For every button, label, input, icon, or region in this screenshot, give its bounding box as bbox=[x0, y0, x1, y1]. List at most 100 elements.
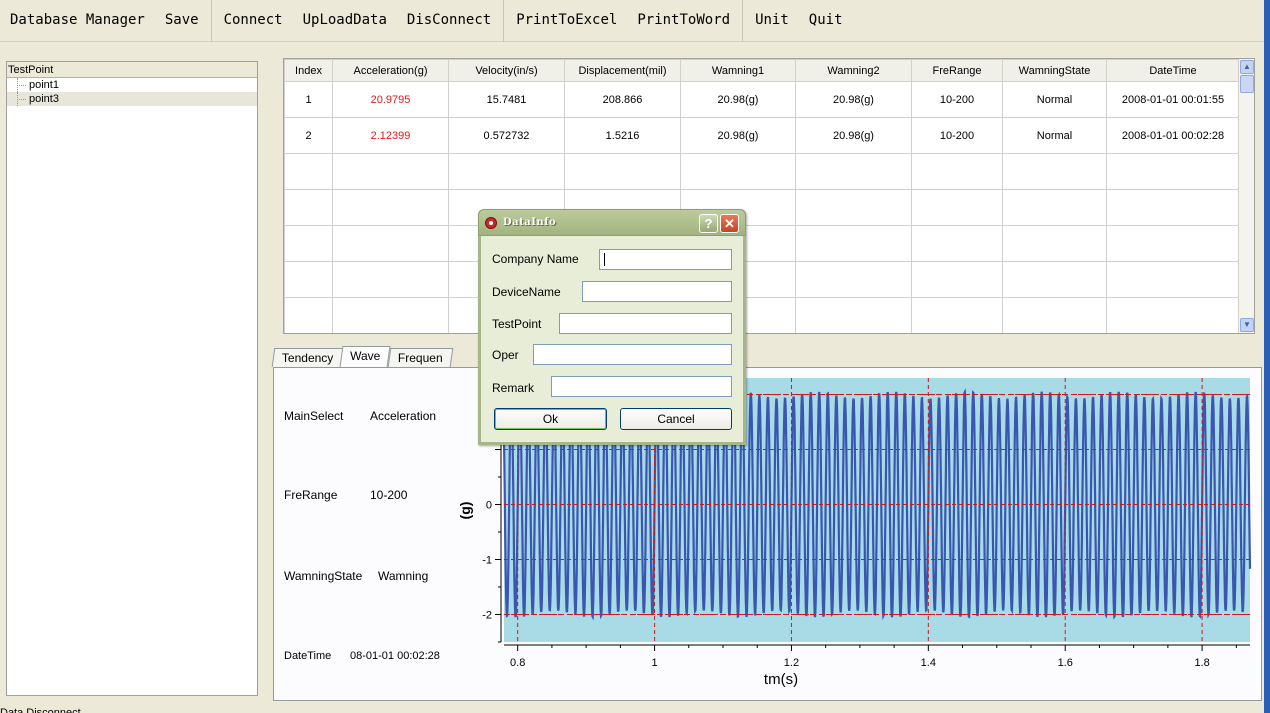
oper-label: Oper bbox=[492, 348, 519, 362]
table-row-empty[interactable] bbox=[284, 225, 1240, 262]
table-cell bbox=[284, 153, 333, 190]
table-cell bbox=[795, 153, 912, 190]
testpoint-field[interactable] bbox=[559, 313, 732, 334]
app-window: Database Manager Save Connect UpLoadData… bbox=[0, 0, 1270, 713]
table-cell: 20.98(g) bbox=[795, 81, 912, 118]
table-cell bbox=[680, 153, 796, 190]
table-row-empty[interactable] bbox=[284, 153, 1240, 190]
tab-frequency[interactable]: Frequen bbox=[387, 348, 453, 367]
y-tick-label: -2 bbox=[482, 610, 492, 622]
table-cell bbox=[284, 189, 333, 226]
scroll-thumb[interactable] bbox=[1240, 75, 1254, 93]
column-header[interactable]: Wamning1 bbox=[680, 59, 796, 82]
y-axis-label: (g) bbox=[457, 502, 473, 520]
tree-node-point1[interactable]: point1 bbox=[7, 78, 257, 92]
table-cell bbox=[795, 189, 912, 226]
column-header[interactable]: DateTime bbox=[1106, 59, 1240, 82]
y-tick-label: 0 bbox=[486, 500, 492, 512]
menu-database-manager[interactable]: Database Manager bbox=[0, 0, 155, 42]
tab-label: Frequen bbox=[397, 351, 443, 365]
datainfo-dialog: DataInfo ? ✕ Company Name DeviceName Tes… bbox=[478, 209, 746, 445]
tab-label: Wave bbox=[350, 349, 381, 363]
table-cell: 208.866 bbox=[564, 81, 681, 118]
status-bar: Data Disconnect bbox=[0, 707, 81, 713]
table-cell: 20.98(g) bbox=[680, 117, 796, 154]
column-header[interactable]: Displacement(mil) bbox=[564, 59, 681, 82]
table-cell: 2 bbox=[284, 117, 333, 154]
x-tick-label: 1 bbox=[652, 657, 658, 669]
table-cell: 2008-01-01 00:01:55 bbox=[1106, 81, 1240, 118]
menu-separator bbox=[742, 0, 744, 42]
menu-quit[interactable]: Quit bbox=[799, 0, 853, 42]
x-tick-label: 1.2 bbox=[784, 657, 799, 669]
help-icon[interactable]: ? bbox=[699, 214, 718, 233]
table-row-empty[interactable] bbox=[284, 189, 1240, 226]
table-row[interactable]: 2 2.12399 0.572732 1.5216 20.98(g) 20.98… bbox=[284, 117, 1240, 154]
oper-field[interactable] bbox=[533, 344, 732, 365]
column-header[interactable]: Wamning2 bbox=[795, 59, 912, 82]
menu-separator bbox=[503, 0, 505, 42]
data-grid: Index Acceleration(g) Velocity(in/s) Dis… bbox=[283, 58, 1255, 334]
table-cell bbox=[1002, 189, 1107, 226]
remark-field[interactable] bbox=[551, 376, 732, 397]
table-cell bbox=[911, 297, 1003, 333]
wave-panel: MainSelect Acceleration FreRange 10-200 … bbox=[273, 367, 1262, 701]
menu-disconnect[interactable]: DisConnect bbox=[397, 0, 501, 42]
cancel-button[interactable]: Cancel bbox=[620, 408, 732, 430]
company-name-field[interactable] bbox=[599, 249, 732, 270]
table-cell bbox=[1106, 225, 1240, 262]
menu-unit[interactable]: Unit bbox=[745, 0, 799, 42]
tab-wave[interactable]: Wave bbox=[339, 346, 392, 367]
testpoint-label: TestPoint bbox=[492, 317, 542, 331]
table-cell: 15.7481 bbox=[448, 81, 565, 118]
menu-print-to-word[interactable]: PrintToWord bbox=[627, 0, 740, 42]
column-header[interactable]: FreRange bbox=[911, 59, 1003, 82]
table-cell bbox=[911, 261, 1003, 298]
grid-vertical-scrollbar[interactable]: ▲ ▼ bbox=[1238, 59, 1254, 333]
table-row-empty[interactable] bbox=[284, 261, 1240, 298]
tab-tendency[interactable]: Tendency bbox=[271, 348, 344, 367]
menu-print-to-excel[interactable]: PrintToExcel bbox=[506, 0, 627, 42]
column-header[interactable]: Acceleration(g) bbox=[332, 59, 449, 82]
ok-button[interactable]: Ok bbox=[494, 408, 607, 430]
table-header-row: Index Acceleration(g) Velocity(in/s) Dis… bbox=[284, 59, 1240, 82]
table-cell bbox=[448, 153, 565, 190]
table-cell bbox=[284, 225, 333, 262]
column-header[interactable]: Velocity(in/s) bbox=[448, 59, 565, 82]
x-axis-label: tm(s) bbox=[764, 671, 798, 688]
device-name-field[interactable] bbox=[582, 281, 732, 302]
menu-save[interactable]: Save bbox=[155, 0, 209, 42]
table-cell: 20.98(g) bbox=[680, 81, 796, 118]
chart-tabs: Tendency Wave Frequen bbox=[271, 346, 453, 368]
table-cell: 1.5216 bbox=[564, 117, 681, 154]
table-cell bbox=[332, 153, 449, 190]
table-cell bbox=[332, 225, 449, 262]
table-cell bbox=[1106, 189, 1240, 226]
table-cell bbox=[795, 225, 912, 262]
data-table: Index Acceleration(g) Velocity(in/s) Dis… bbox=[284, 59, 1240, 333]
close-icon[interactable]: ✕ bbox=[720, 214, 739, 233]
table-cell: 20.98(g) bbox=[795, 117, 912, 154]
testpoint-tree: TestPoint point1 point3 bbox=[6, 61, 258, 696]
menu-upload-data[interactable]: UpLoadData bbox=[293, 0, 397, 42]
tree-header: TestPoint bbox=[7, 62, 257, 78]
menu-connect[interactable]: Connect bbox=[214, 0, 293, 42]
table-cell-alert: 2.12399 bbox=[332, 117, 449, 154]
table-cell: Normal bbox=[1002, 117, 1107, 154]
tree-node-point3[interactable]: point3 bbox=[7, 92, 257, 106]
table-cell bbox=[1002, 297, 1107, 333]
table-row[interactable]: 1 20.9795 15.7481 208.866 20.98(g) 20.98… bbox=[284, 81, 1240, 118]
table-row-empty[interactable] bbox=[284, 297, 1240, 333]
column-header[interactable]: Index bbox=[284, 59, 333, 82]
window-right-edge bbox=[1264, 0, 1270, 713]
scroll-up-icon[interactable]: ▲ bbox=[1240, 60, 1254, 74]
x-tick-label: 1.6 bbox=[1058, 657, 1073, 669]
scroll-down-icon[interactable]: ▼ bbox=[1240, 318, 1254, 332]
table-cell bbox=[332, 261, 449, 298]
table-cell bbox=[1106, 297, 1240, 333]
dialog-title-bar[interactable]: DataInfo ? ✕ bbox=[478, 209, 746, 236]
x-tick-label: 0.8 bbox=[510, 657, 525, 669]
table-cell bbox=[795, 261, 912, 298]
app-icon bbox=[485, 217, 497, 229]
column-header[interactable]: WamningState bbox=[1002, 59, 1107, 82]
